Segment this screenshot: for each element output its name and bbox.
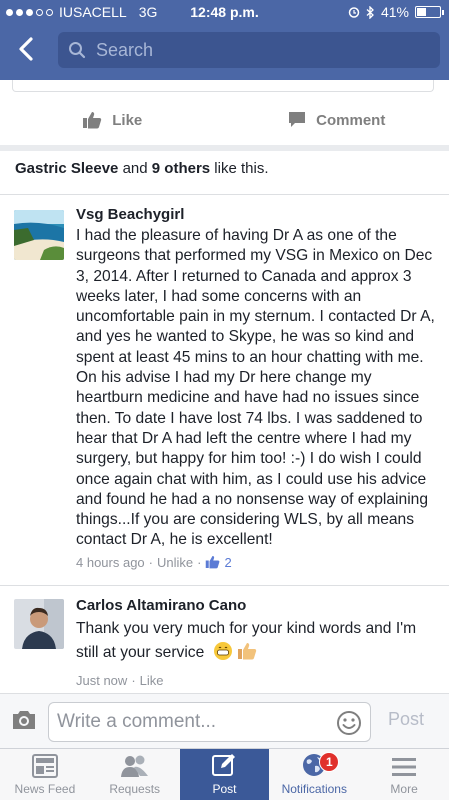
others-link[interactable]: 9 others — [152, 160, 210, 177]
like-link[interactable]: Like — [140, 673, 164, 688]
bluetooth-icon — [366, 5, 374, 19]
divider — [0, 194, 449, 195]
tab-bar: News Feed Requests Post 1 Notifications … — [0, 748, 449, 800]
tab-more[interactable]: More — [359, 749, 449, 800]
compose-icon — [212, 754, 236, 776]
like-button[interactable]: Like — [0, 100, 225, 140]
likes-and: and — [118, 160, 152, 177]
post-actions: Like Comment — [0, 100, 449, 140]
meta-separator: · — [131, 673, 136, 688]
search-input[interactable]: Search — [58, 32, 440, 68]
smiley-icon[interactable] — [336, 710, 362, 736]
likes-suffix: like this. — [210, 160, 269, 177]
comment-icon — [289, 112, 306, 127]
like-label: Like — [112, 111, 143, 129]
tab-label: Notifications — [281, 782, 347, 796]
thumbs-up-emoji-icon — [237, 641, 257, 669]
notification-badge: 1 — [319, 752, 340, 772]
tab-label: News Feed — [14, 782, 76, 796]
liker-name[interactable]: Gastric Sleeve — [15, 160, 118, 177]
status-bar: IUSACELL 3G 12:48 p.m. 41% — [0, 0, 449, 24]
meta-separator: · — [197, 554, 202, 570]
comment-meta: 4 hours ago · Unlike · 2 — [76, 555, 441, 570]
camera-icon[interactable] — [10, 708, 38, 732]
unlike-link[interactable]: Unlike — [157, 555, 193, 570]
battery-icon — [415, 6, 444, 18]
search-placeholder: Search — [96, 39, 154, 60]
tab-label: More — [390, 782, 418, 796]
tab-label: Post — [212, 782, 237, 796]
comment-text: Thank you very much for your kind words … — [76, 617, 441, 669]
news-feed-icon — [31, 754, 58, 778]
comment-meta: Just now · Like — [76, 673, 441, 688]
friends-icon — [120, 755, 148, 777]
comment-placeholder: Write a comment... — [57, 711, 217, 732]
divider — [0, 585, 449, 586]
alarm-icon — [348, 7, 360, 18]
comment-label: Comment — [316, 111, 386, 129]
avatar[interactable] — [14, 599, 64, 649]
search-icon — [69, 42, 86, 59]
comment-author[interactable]: Vsg Beachygirl — [76, 206, 441, 223]
menu-icon — [392, 758, 417, 776]
battery-percent: 41% — [380, 4, 409, 20]
comment-author[interactable]: Carlos Altamirano Cano — [76, 597, 441, 614]
comment-button[interactable]: Comment — [225, 100, 449, 140]
grin-emoji-icon — [213, 641, 233, 669]
tab-news-feed[interactable]: News Feed — [0, 749, 90, 800]
meta-separator: · — [148, 554, 154, 570]
tab-post[interactable]: Post — [179, 749, 270, 800]
thumbs-up-icon — [83, 112, 102, 129]
tab-requests[interactable]: Requests — [90, 749, 180, 800]
thumbs-up-icon — [206, 556, 220, 569]
tab-notifications[interactable]: 1 Notifications — [269, 749, 359, 800]
back-arrow-icon[interactable] — [12, 34, 42, 64]
tab-label: Requests — [109, 782, 161, 796]
comment-text: I had the pleasure of having Dr A as one… — [76, 227, 435, 549]
comment-composer: Write a comment... Post — [0, 693, 449, 748]
top-bar: IUSACELL 3G 12:48 p.m. 41% Search — [0, 0, 449, 80]
comment-time: Just now — [76, 673, 128, 688]
comment-time: 4 hours ago — [76, 554, 145, 570]
divider — [0, 145, 449, 151]
avatar[interactable] — [14, 210, 64, 260]
post-button[interactable]: Post — [388, 709, 424, 730]
like-count[interactable]: 2 — [224, 555, 231, 570]
likes-summary[interactable]: Gastric Sleeve and 9 others like this. — [15, 160, 269, 177]
comment-input[interactable]: Write a comment... — [48, 702, 371, 742]
post-card-edge — [12, 80, 434, 92]
